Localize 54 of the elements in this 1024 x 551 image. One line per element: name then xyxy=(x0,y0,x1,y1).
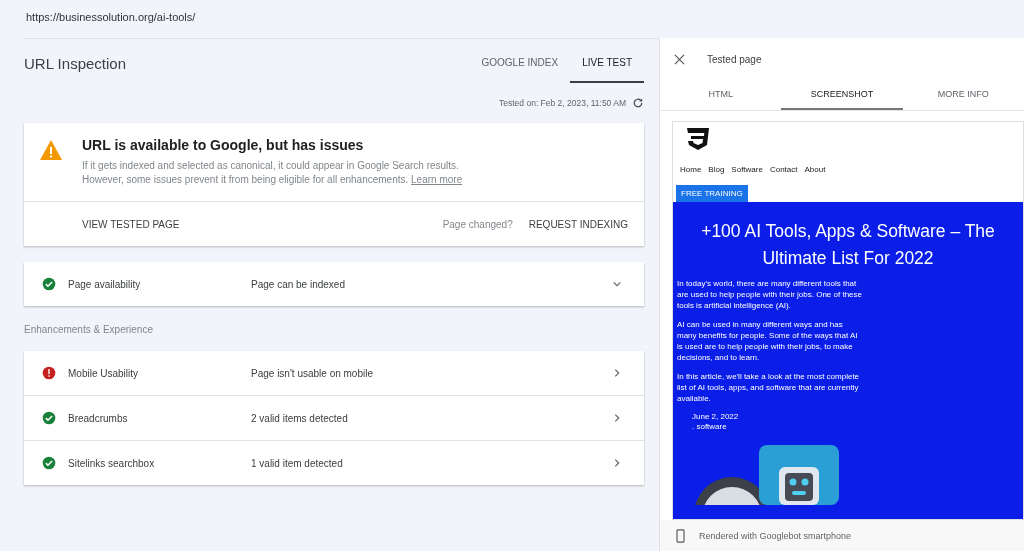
post-category: . software xyxy=(692,422,728,432)
check-circle-icon xyxy=(42,411,56,425)
nav-link[interactable]: About xyxy=(804,165,826,174)
page-changed-label: Page changed? xyxy=(442,218,513,230)
check-name: Mobile Usability xyxy=(68,367,140,379)
tab[interactable]: GOOGLE INDEX xyxy=(469,57,571,83)
smartphone-icon xyxy=(676,528,685,543)
check-result: Page isn't usable on mobile xyxy=(251,367,374,379)
tested-on-date: Tested on: Feb 2, 2023, 11:50 AM xyxy=(499,98,626,108)
check-name: Page availability xyxy=(68,278,142,290)
renderer-label: Rendered with Googlebot smartphone xyxy=(699,530,852,541)
nav-link[interactable]: Software xyxy=(731,165,763,174)
chevron-right-icon xyxy=(612,368,622,378)
nav-link[interactable]: Home xyxy=(680,165,702,174)
chevron-right-icon xyxy=(612,413,622,423)
nav-link[interactable]: Blog xyxy=(708,165,725,174)
enhancement-row[interactable]: Breadcrumbs 2 valid items detected xyxy=(24,395,644,440)
inspected-url: https://businessolution.org/ai-tools/ xyxy=(26,11,196,23)
availability-row[interactable]: Page availability Page can be indexed xyxy=(24,262,644,306)
check-circle-icon xyxy=(42,456,56,470)
learn-more-link[interactable]: Learn more xyxy=(411,174,463,185)
tab[interactable]: LIVE TEST xyxy=(570,57,644,83)
check-result: 1 valid item detected xyxy=(251,457,344,469)
panel-title: Tested page xyxy=(707,53,762,65)
check-circle-icon xyxy=(42,277,56,291)
article-paragraph: In this article, we'll take a look at the most complete list of AI tools, apps, and software that are currently available. xyxy=(677,371,861,404)
tab[interactable]: HTML xyxy=(660,80,782,110)
close-icon[interactable] xyxy=(674,53,685,65)
warning-icon xyxy=(39,139,63,161)
enhancement-row[interactable]: Mobile Usability Page isn't usable on mobile xyxy=(24,351,644,395)
chevron-down-icon[interactable] xyxy=(612,279,622,289)
status-description: If it gets indexed and selected as canonical, it could appear in Google Search results. However, some issues prevent it from being eligible for all enhancements. Learn more xyxy=(82,159,464,187)
logo-icon xyxy=(685,127,711,151)
check-result: 2 valid items detected xyxy=(251,412,349,424)
article-paragraph: AI can be used in many different ways and has many benefits for people. Some of the ways that AI is used are to help people with their jobs, to make decisions, and to learn. xyxy=(677,319,859,363)
check-result: Page can be indexed xyxy=(251,278,346,290)
refresh-icon[interactable] xyxy=(632,97,644,109)
enhancement-row[interactable]: Sitelinks searchbox 1 valid item detected xyxy=(24,440,644,485)
article-headline: +100 AI Tools, Apps & Software – The Ultimate List For 2022 xyxy=(700,220,996,270)
chevron-right-icon xyxy=(612,458,622,468)
check-name: Sitelinks searchbox xyxy=(68,457,156,469)
status-heading: URL is available to Google, but has issues xyxy=(82,137,365,153)
article-paragraph: In today's world, there are many different tools that are used to help people with their jobs. One of these tools is artificial intelligence (AI). xyxy=(677,278,862,311)
post-date: June 2, 2022 xyxy=(692,412,740,422)
page-title: URL Inspection xyxy=(24,54,126,72)
view-tested-page-button[interactable]: VIEW TESTED PAGE xyxy=(74,212,188,236)
error-circle-icon xyxy=(42,366,56,380)
request-indexing-button[interactable]: REQUEST INDEXING xyxy=(520,212,636,236)
nav-link[interactable]: Contact xyxy=(769,165,798,174)
free-training-button[interactable]: FREE TRAINING xyxy=(676,185,748,202)
tab[interactable]: SCREENSHOT xyxy=(781,80,903,110)
check-name: Breadcrumbs xyxy=(68,412,129,424)
section-label: Enhancements & Experience xyxy=(24,324,154,335)
tab[interactable]: MORE INFO xyxy=(902,80,1024,110)
